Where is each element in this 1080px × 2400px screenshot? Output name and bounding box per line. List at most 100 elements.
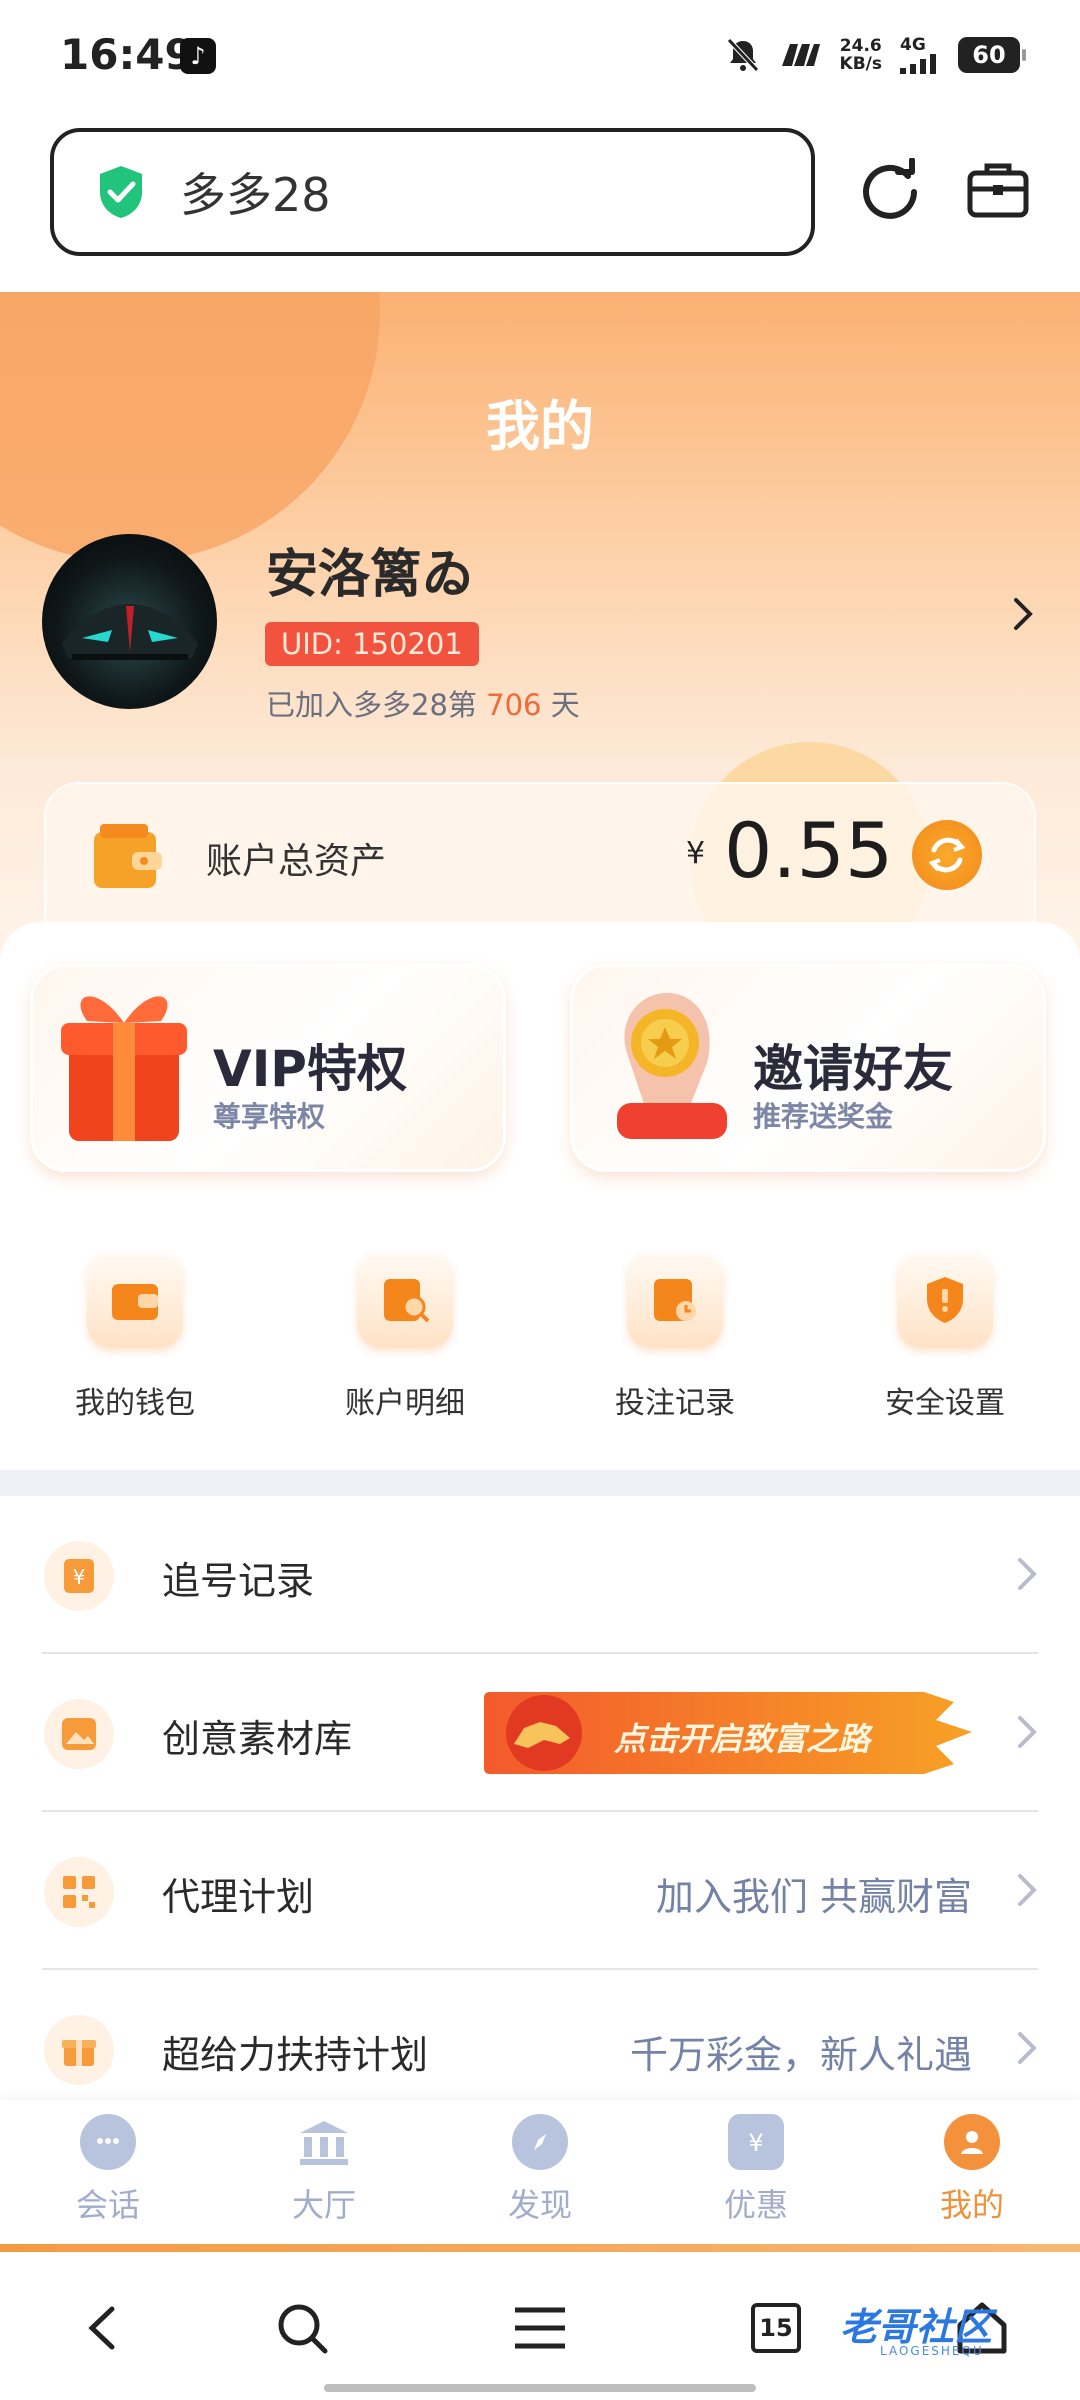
shortcut-bet-record[interactable]: 投注记录 [575,1252,775,1422]
gift-box-icon [61,996,187,1141]
chevron-right-icon [1018,1874,1037,1906]
vip-card[interactable]: VIP特权 尊享特权 [30,964,506,1172]
network-speed: 24.6 KB/s [840,37,882,73]
car-image [62,604,198,660]
signal-group: 4G [900,36,940,74]
gesture-bar[interactable] [324,2384,756,2392]
tabs-count-icon: 15 [751,2303,801,2353]
image-library-icon [44,1699,114,1769]
assets-amount: 0.55 [724,806,894,895]
menu-label: 创意素材库 [162,1717,353,1761]
menu-hint: 加入我们 共赢财富 [655,1875,972,1919]
qr-code-icon [44,1857,114,1927]
network-type: 4G [900,35,926,55]
chevron-right-icon[interactable] [1008,594,1038,634]
status-bar: 16:49 ♪ 24.6 KB/s 4G 60 [0,0,1080,110]
menu-button[interactable] [508,2296,572,2360]
tab-label: 发现 [507,2186,572,2224]
tab-label: 我的 [939,2186,1004,2224]
bet-record-icon [627,1252,723,1348]
wallet-icon [87,1252,183,1348]
avatar[interactable] [42,534,217,709]
joined-days: 706 [486,688,542,722]
bottom-tab-bar: 会话 大厅 发现 ¥ 优惠 我的 [0,2100,1080,2248]
coin-hand-icon [617,993,727,1139]
menu-label: 追号记录 [162,1559,315,1603]
search-button[interactable] [270,2296,334,2360]
username: 安洛篱ゐ [266,545,475,605]
joined-suffix: 天 [550,688,580,722]
chase-record-icon: ¥ [44,1541,114,1611]
joined-info: 已加入多多28第 706 天 [266,682,580,724]
refresh-icon [928,837,966,873]
menu-label: 超给力扶持计划 [162,2033,429,2077]
status-time: 16:49 [60,30,194,79]
compass-icon [512,2114,568,2170]
secure-shield-icon [100,166,142,218]
promo-text: 点击开启致富之路 [614,1720,871,1758]
back-button[interactable] [70,2296,134,2360]
tiktok-icon: ♪ [180,38,216,74]
menu-item-creative-library[interactable]: 创意素材库 点击开启致富之路 [42,1654,1038,1812]
shortcut-label: 账户明细 [345,1386,465,1421]
back-arrow-icon [88,2306,115,2350]
menu-item-agent-plan[interactable]: 代理计划 加入我们 共赢财富 [42,1812,1038,1970]
tab-label: 优惠 [723,2186,788,2224]
network-speed-unit: KB/s [839,54,882,74]
hall-icon [296,2114,352,2170]
tab-count: 15 [759,2314,793,2342]
account-detail-icon [357,1252,453,1348]
shortcut-label: 我的钱包 [75,1386,195,1421]
menu-hint: 千万彩金，新人礼遇 [629,2033,972,2077]
svg-text:¥: ¥ [73,1565,86,1589]
hamburger-icon [515,2307,565,2349]
main-panel: VIP特权 尊享特权 邀请好友 推荐送奖金 我的钱包 账户明细 投注记录 安全设… [0,922,1080,1470]
reload-button[interactable] [850,150,930,230]
wallet-icon [94,824,162,888]
status-icons: 24.6 KB/s 4G 60 [726,32,1026,78]
mute-bell-icon [726,38,759,72]
watermark: 老哥社区 [840,2305,993,2349]
assets-label: 账户总资产 [206,841,387,882]
tab-hall[interactable]: 大厅 [254,2114,394,2226]
gift-icon [44,2015,114,2085]
joined-prefix: 已加入多多28第 [266,688,477,722]
invite-subtitle: 推荐送奖金 [753,1100,894,1133]
signal-icon [900,54,936,74]
menu-item-chase-record[interactable]: ¥ 追号记录 [42,1496,1038,1654]
section-divider [0,1470,1080,1496]
tab-discover[interactable]: 发现 [470,2114,610,2226]
shortcut-security[interactable]: 安全设置 [845,1252,1045,1422]
address-bar[interactable]: 多多28 [50,128,815,256]
vip-title: VIP特权 [213,1040,407,1098]
tabs-button[interactable]: 15 [744,2296,808,2360]
toolbox-button[interactable] [958,150,1038,230]
battery-icon: 60 [958,37,1026,73]
reload-icon [863,158,917,219]
watermark-sub: LAOGESHEQU [880,2344,984,2358]
tab-promotions[interactable]: ¥ 优惠 [686,2114,826,2226]
tab-label: 会话 [75,2186,140,2224]
shortcut-account-detail[interactable]: 账户明细 [305,1252,505,1422]
search-icon [278,2304,328,2354]
invite-card[interactable]: 邀请好友 推荐送奖金 [570,964,1046,1172]
carrier-logo-icon [781,44,820,66]
vip-subtitle: 尊享特权 [213,1100,326,1133]
url-text: 多多28 [180,168,331,222]
shortcut-grid: 我的钱包 账户明细 投注记录 安全设置 [0,1252,1080,1452]
shortcut-label: 投注记录 [615,1386,735,1421]
menu-label: 代理计划 [162,1875,315,1919]
page-title: 我的 [486,395,594,458]
currency-symbol: ¥ [686,836,706,871]
chat-icon [80,2114,136,2170]
network-speed-value: 24.6 [839,36,882,56]
uid-badge: UID: 150201 [265,622,479,666]
tab-chat[interactable]: 会话 [38,2114,178,2226]
refresh-balance-button[interactable] [912,820,982,890]
shortcut-wallet[interactable]: 我的钱包 [35,1252,235,1422]
chevron-right-icon [1018,1716,1037,1748]
tab-profile[interactable]: 我的 [902,2114,1042,2226]
svg-text:¥: ¥ [748,2129,763,2157]
chevron-right-icon [1018,2032,1037,2064]
chevron-right-icon [1018,1558,1037,1590]
